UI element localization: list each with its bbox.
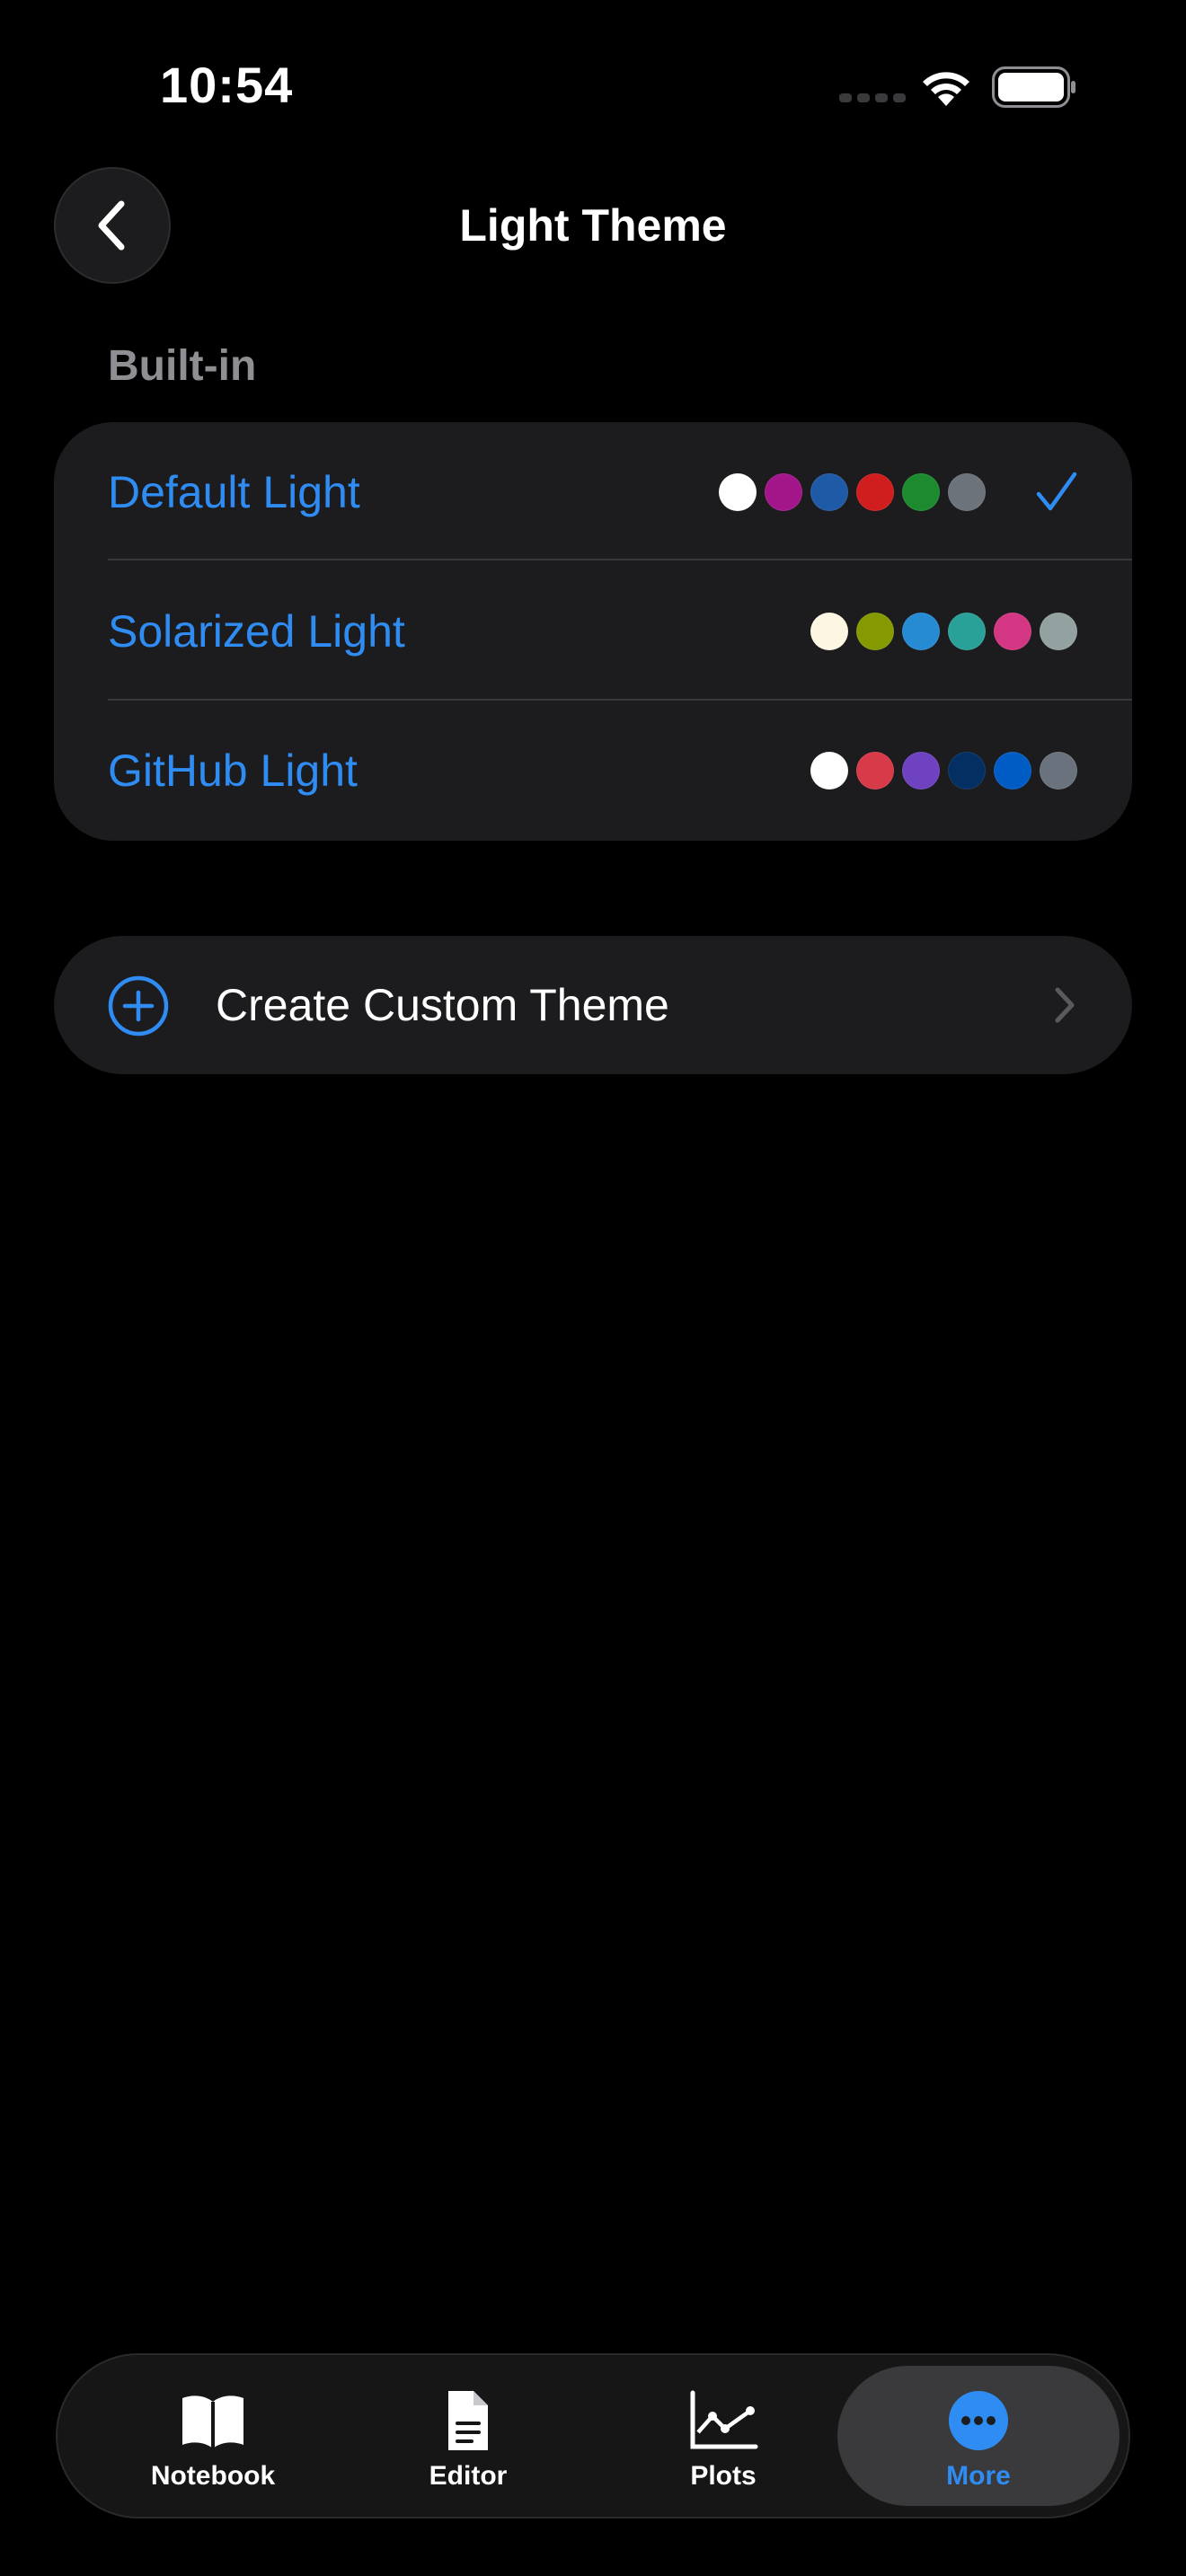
color-swatch bbox=[902, 473, 940, 511]
theme-row-github-light[interactable]: GitHub Light bbox=[54, 701, 1132, 841]
theme-label: GitHub Light bbox=[108, 745, 358, 796]
color-swatch bbox=[902, 613, 940, 650]
color-swatch bbox=[948, 473, 986, 511]
color-swatch bbox=[856, 752, 894, 790]
book-icon bbox=[182, 2395, 243, 2448]
tab-label: More bbox=[946, 2461, 1011, 2491]
status-time: 10:54 bbox=[160, 57, 294, 113]
tab-label: Notebook bbox=[150, 2461, 276, 2491]
color-swatch bbox=[856, 473, 894, 511]
color-swatch bbox=[856, 613, 894, 650]
theme-swatches bbox=[810, 613, 1077, 650]
ellipsis-circle-icon bbox=[949, 2391, 1008, 2450]
tab-bar: Notebook Editor Plots More bbox=[56, 2353, 1130, 2519]
tab-label: Plots bbox=[690, 2461, 757, 2491]
page-title: Light Theme bbox=[459, 200, 727, 251]
chevron-right-icon bbox=[1055, 987, 1075, 1023]
theme-swatches bbox=[810, 752, 1077, 790]
color-swatch bbox=[994, 752, 1031, 790]
divider bbox=[108, 559, 1132, 560]
color-swatch bbox=[810, 613, 848, 650]
create-custom-theme-label: Create Custom Theme bbox=[216, 980, 669, 1030]
theme-row-default-light[interactable]: Default Light bbox=[54, 422, 1132, 562]
color-swatch bbox=[948, 752, 986, 790]
color-swatch bbox=[902, 752, 940, 790]
theme-swatches bbox=[719, 473, 986, 511]
cellular-signal-icon bbox=[839, 93, 906, 102]
color-swatch bbox=[948, 613, 986, 650]
color-swatch bbox=[994, 613, 1031, 650]
color-swatch bbox=[1040, 752, 1077, 790]
tab-editor[interactable]: Editor bbox=[352, 2366, 584, 2506]
battery-icon bbox=[992, 66, 1075, 108]
theme-row-solarized-light[interactable]: Solarized Light bbox=[54, 561, 1132, 701]
color-swatch bbox=[1040, 613, 1077, 650]
theme-label: Default Light bbox=[108, 467, 360, 517]
color-swatch bbox=[810, 473, 848, 511]
color-swatch bbox=[810, 752, 848, 790]
color-swatch bbox=[719, 473, 757, 511]
color-swatch bbox=[765, 473, 802, 511]
tab-notebook[interactable]: Notebook bbox=[97, 2366, 329, 2506]
plus-circle-icon bbox=[108, 975, 169, 1037]
chart-icon bbox=[690, 2390, 758, 2449]
create-custom-theme-button[interactable]: Create Custom Theme bbox=[54, 936, 1132, 1074]
wifi-icon bbox=[923, 72, 969, 106]
document-icon bbox=[448, 2391, 488, 2450]
theme-label: Solarized Light bbox=[108, 606, 405, 657]
checkmark-icon bbox=[1036, 472, 1077, 511]
tab-label: Editor bbox=[429, 2461, 508, 2491]
tab-plots[interactable]: Plots bbox=[607, 2366, 839, 2506]
section-header-builtin: Built-in bbox=[108, 342, 257, 390]
tab-more[interactable]: More bbox=[837, 2366, 1120, 2506]
theme-list: Default Light Solarized Light GitHub Lig… bbox=[54, 422, 1132, 841]
